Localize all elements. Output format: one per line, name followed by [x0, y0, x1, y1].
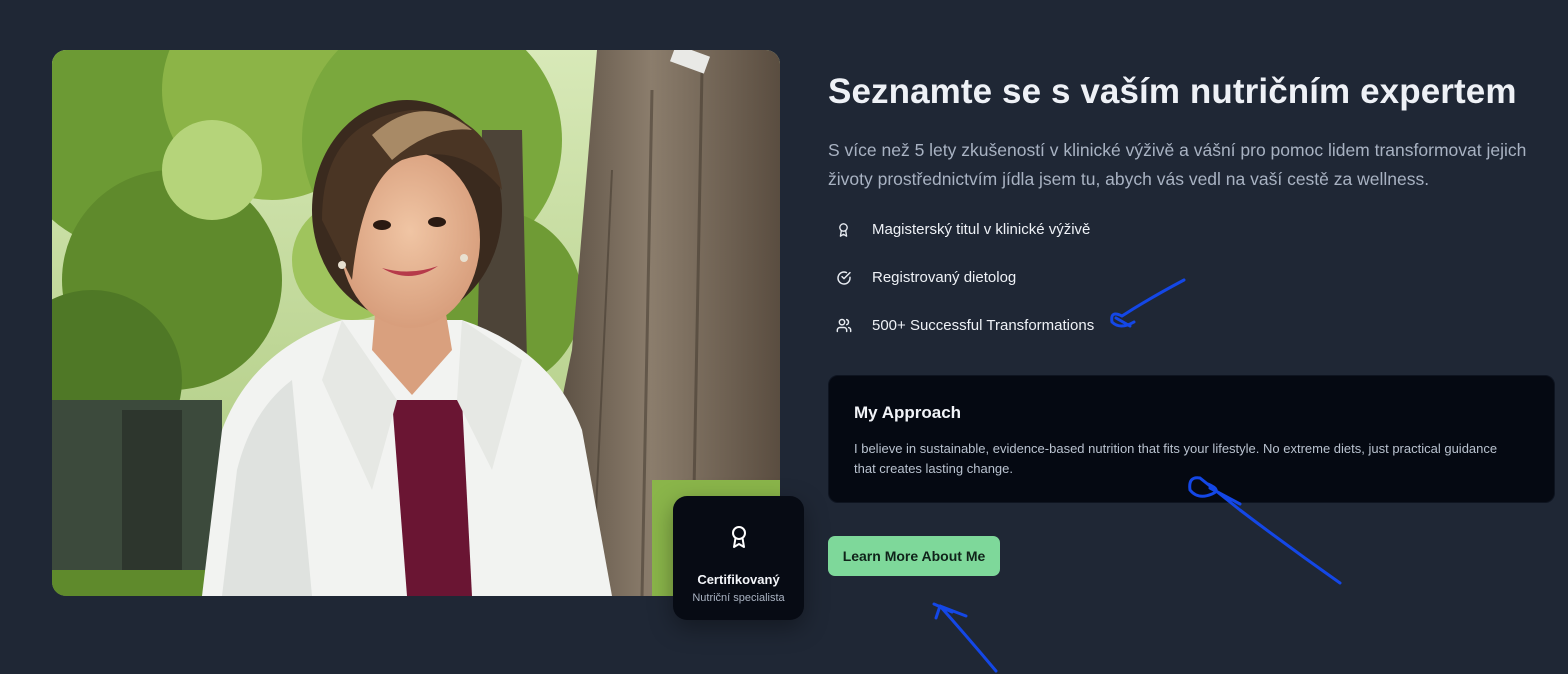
- credential-label: 500+ Successful Transformations: [872, 317, 1095, 334]
- approach-card: My Approach I believe in sustainable, ev…: [828, 375, 1555, 503]
- approach-text: I believe in sustainable, evidence-based…: [854, 441, 1498, 476]
- certified-badge: Certifikovaný Nutriční specialista: [673, 496, 804, 620]
- credential-item-dietitian: Registrovaný dietolog: [835, 269, 1016, 286]
- credential-item-transformations: 500+ Successful Transformations: [835, 317, 1094, 334]
- credential-label: Magisterský titul v klinické výživě: [872, 221, 1091, 238]
- check-circle-icon: [835, 269, 852, 286]
- annotation-arrow-credential: [1110, 278, 1186, 328]
- credential-item-degree: Magisterský titul v klinické výživě: [835, 221, 1090, 238]
- nutritionist-portrait-photo: [52, 50, 780, 596]
- badge-subtitle: Nutriční specialista: [692, 592, 785, 604]
- section-intro: S více než 5 lety zkušeností v klinické …: [828, 140, 1527, 189]
- users-icon: [835, 317, 852, 334]
- approach-title: My Approach: [854, 403, 962, 422]
- section-title: Seznamte se s vaším nutričním expertem: [828, 72, 1517, 111]
- annotation-arrow-button: [932, 602, 998, 673]
- badge-title: Certifikovaný: [697, 572, 780, 587]
- award-icon: [727, 524, 751, 550]
- award-icon: [835, 221, 852, 238]
- credential-label: Registrovaný dietolog: [872, 269, 1017, 286]
- learn-more-button[interactable]: Learn More About Me: [828, 536, 1000, 576]
